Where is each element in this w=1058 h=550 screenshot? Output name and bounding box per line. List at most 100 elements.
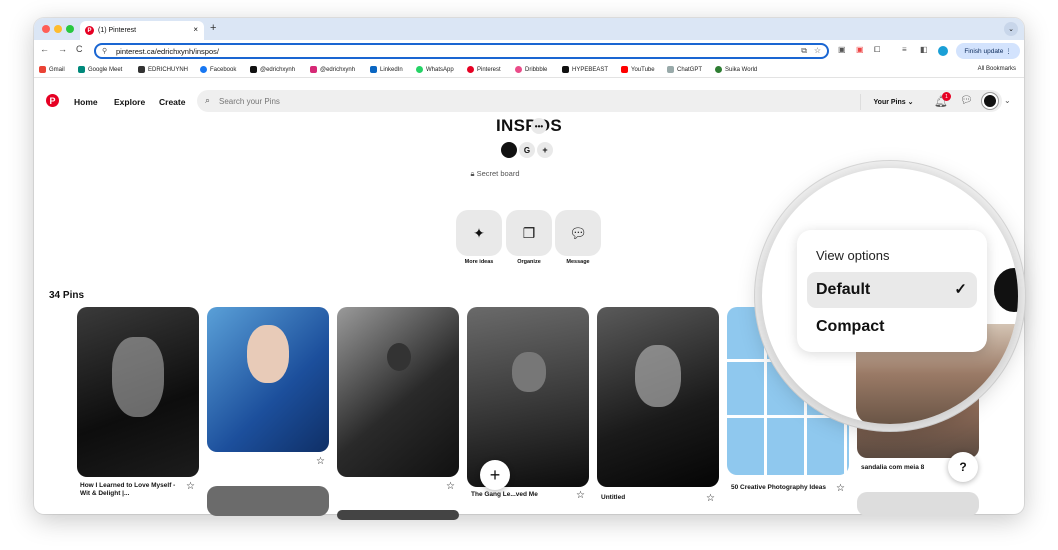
bookmark-edrichuynh[interactable]: EDRICHUYNH — [138, 66, 188, 73]
view-options-title: View options — [816, 248, 890, 263]
bookmark-label: Pinterest — [477, 66, 501, 73]
tab-search-button[interactable]: ⌄ — [1004, 22, 1018, 36]
all-bookmarks-button[interactable]: All Bookmarks — [978, 66, 1016, 72]
close-window-button[interactable] — [42, 25, 50, 33]
extension-icon[interactable]: ▣ — [838, 45, 846, 54]
reload-button[interactable]: C — [76, 44, 83, 54]
message-icon: 💬︎ — [569, 224, 587, 241]
pin-image[interactable] — [337, 510, 459, 520]
forward-button[interactable]: → — [58, 44, 67, 54]
bookmark-whatsapp[interactable]: WhatsApp — [416, 66, 454, 73]
zoom-window-button[interactable] — [66, 25, 74, 33]
bookmark-gmail[interactable]: Gmail — [39, 66, 65, 73]
create-pin-button[interactable]: + — [480, 460, 510, 490]
avatar[interactable] — [982, 93, 998, 109]
bookmark-x[interactable]: @edrichxynh — [250, 66, 295, 73]
bookmark-label: HYPEBEAST — [572, 66, 609, 73]
sparkle-icon: ✦ — [473, 224, 485, 241]
nav-explore[interactable]: Explore — [114, 97, 145, 107]
back-button[interactable]: ← — [40, 44, 49, 54]
search-icon: ⌕ — [205, 95, 211, 105]
pin-image[interactable] — [857, 492, 979, 516]
star-icon[interactable]: ☆ — [186, 481, 195, 492]
board-more-options-button[interactable]: ••• — [531, 118, 547, 134]
reading-list-icon[interactable]: ≡ — [902, 45, 907, 54]
search-placeholder: Search your Pins — [219, 96, 280, 106]
secret-board-text: Secret board — [476, 169, 520, 178]
pin-caption[interactable]: sandalia com meia 8 — [861, 464, 924, 472]
bookmark-label: @edrichxynh — [320, 66, 356, 73]
more-ideas-button[interactable]: ✦ — [456, 210, 502, 256]
bookmark-hypebeast[interactable]: HYPEBEAST — [562, 66, 608, 73]
bookmark-label: ChatGPT — [677, 66, 703, 73]
pin-count: 34 Pins — [49, 290, 85, 301]
bookmark-label: @edrichxynh — [260, 66, 296, 73]
default-label: Default — [816, 281, 871, 298]
star-icon[interactable]: ☆ — [836, 483, 845, 494]
site-settings-icon[interactable]: ⚲ — [102, 47, 107, 55]
pin-caption[interactable]: Untitled — [601, 494, 625, 502]
bookmark-instagram[interactable]: @edrichxynh — [310, 66, 355, 73]
bookmark-linkedin[interactable]: LinkedIn — [370, 66, 403, 73]
pin-image[interactable] — [337, 307, 459, 477]
tab-bar: P (1) Pinterest × + ⌄ — [34, 18, 1024, 40]
extensions-puzzle-icon[interactable]: ⧠ — [874, 45, 880, 55]
bookmarks-bar: Gmail Google Meet EDRICHUYNH Facebook @e… — [34, 62, 1024, 78]
collaborator-avatar-g[interactable]: G — [517, 140, 537, 160]
new-tab-button[interactable]: + — [210, 22, 216, 34]
bookmark-google-meet[interactable]: Google Meet — [78, 66, 122, 73]
organize-button[interactable]: ❐ — [506, 210, 552, 256]
bookmark-dribbble[interactable]: Dribbble — [515, 66, 547, 73]
compact-view-option[interactable]: Compact — [816, 318, 884, 336]
pinterest-logo-icon[interactable]: P — [46, 94, 59, 107]
account-chevron-down-icon[interactable]: ⌄ — [1004, 96, 1011, 105]
bookmark-star-icon[interactable]: ☆ — [814, 46, 821, 55]
your-pins-dropdown[interactable]: Your Pins ⌄ — [860, 94, 926, 110]
browser-tab[interactable]: P (1) Pinterest × — [80, 21, 204, 40]
star-icon[interactable]: ☆ — [706, 493, 715, 504]
address-bar[interactable]: ⚲ pinterest.ca/edrichxynh/inspos/ ⧉ ☆ — [94, 43, 829, 59]
pin-image[interactable] — [77, 307, 199, 477]
star-icon[interactable]: ☆ — [316, 456, 325, 467]
messages-icon[interactable]: 💬︎ — [960, 95, 973, 106]
finish-update-button[interactable]: Finish update ⋮ — [956, 43, 1020, 59]
cast-icon[interactable]: ⧉ — [801, 46, 807, 56]
profile-avatar[interactable] — [938, 46, 948, 56]
bookmark-facebook[interactable]: Facebook — [200, 66, 236, 73]
bookmark-pinterest[interactable]: Pinterest — [467, 66, 501, 73]
pinterest-favicon-icon: P — [85, 26, 94, 35]
side-panel-icon[interactable]: ◧ — [920, 45, 928, 54]
url-text: pinterest.ca/edrichxynh/inspos/ — [116, 46, 219, 56]
pin-caption[interactable]: The Gang Le...ved Me — [471, 491, 571, 499]
bookmark-label: Gmail — [49, 66, 65, 73]
add-collaborator-icon[interactable]: + — [535, 140, 555, 160]
pin-caption[interactable]: 50 Creative Photography Ideas — [731, 484, 826, 492]
pin-image[interactable] — [597, 307, 719, 487]
bookmark-youtube[interactable]: YouTube — [621, 66, 655, 73]
bookmark-label: Suika World — [725, 66, 758, 73]
help-button[interactable]: ? — [948, 452, 978, 482]
bookmark-label: EDRICHUYNH — [148, 66, 189, 73]
pin-caption[interactable]: How I Learned to Love Myself - Wit & Del… — [80, 482, 180, 498]
star-icon[interactable]: ☆ — [576, 490, 585, 501]
nav-create[interactable]: Create — [159, 97, 185, 107]
pin-image[interactable] — [467, 307, 589, 487]
bookmark-chatgpt[interactable]: ChatGPT — [667, 66, 702, 73]
view-options-magnifier: View options Default ✓ Compact — [762, 168, 1018, 424]
default-view-option[interactable]: Default ✓ — [807, 272, 977, 308]
extension-icon[interactable]: ▣ — [856, 45, 864, 54]
pinterest-header: P Home Explore Create ⌕ Search your Pins… — [34, 80, 1024, 120]
notification-badge: 1 — [942, 92, 951, 101]
tab-close-icon[interactable]: × — [193, 25, 198, 34]
message-button[interactable]: 💬︎ — [555, 210, 601, 256]
bookmark-suika-world[interactable]: Suika World — [715, 66, 757, 73]
checkmark-icon: ✓ — [954, 281, 967, 298]
minimize-window-button[interactable] — [54, 25, 62, 33]
pin-image[interactable] — [207, 486, 329, 516]
nav-home[interactable]: Home — [74, 97, 98, 107]
more-options-icon[interactable] — [994, 268, 1018, 312]
star-icon[interactable]: ☆ — [446, 481, 455, 492]
pin-image[interactable] — [207, 307, 329, 452]
bookmark-label: WhatsApp — [426, 66, 454, 73]
avatar[interactable] — [499, 140, 519, 160]
